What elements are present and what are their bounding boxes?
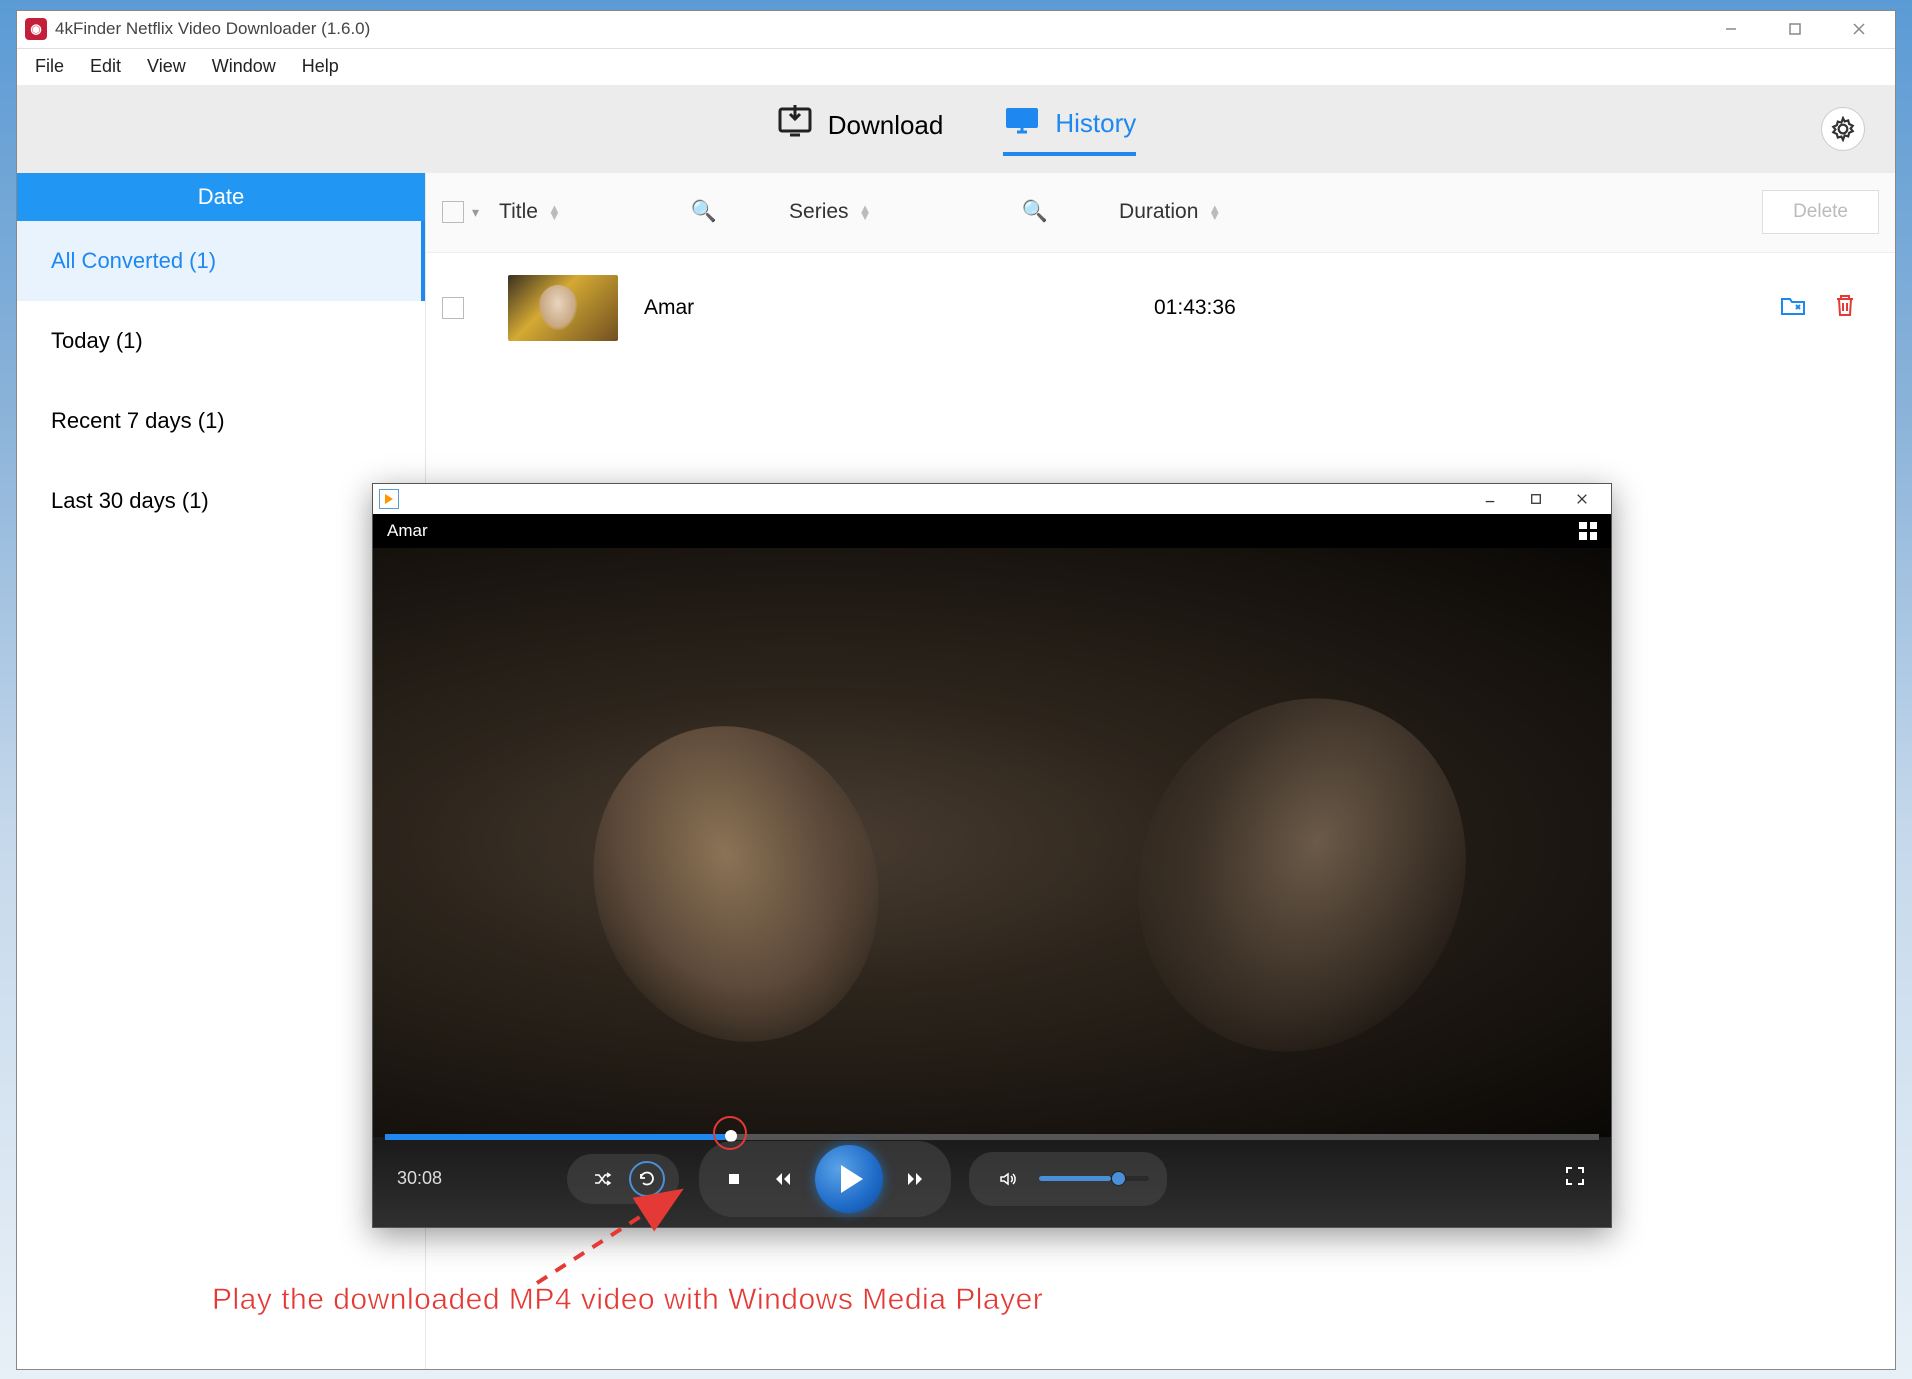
menu-view[interactable]: View (137, 52, 196, 81)
player-video-area[interactable] (373, 548, 1611, 1137)
delete-button[interactable]: Delete (1762, 190, 1879, 234)
row-checkbox[interactable] (442, 297, 464, 319)
table-row: Amar 01:43:36 (426, 253, 1895, 363)
seek-bar[interactable] (385, 1134, 1599, 1140)
sort-icon: ▲▼ (859, 205, 872, 219)
player-maximize-button[interactable] (1513, 485, 1559, 513)
menu-file[interactable]: File (25, 52, 74, 81)
fullscreen-button[interactable] (1563, 1164, 1587, 1193)
tab-download-label: Download (828, 110, 944, 141)
menubar: File Edit View Window Help (17, 49, 1895, 85)
annotation-circle (713, 1116, 747, 1150)
sidebar-item-last-30[interactable]: Last 30 days (1) (17, 461, 425, 541)
settings-button[interactable] (1821, 107, 1865, 151)
select-all-checkbox[interactable] (442, 201, 464, 223)
next-button[interactable] (895, 1158, 937, 1200)
menu-edit[interactable]: Edit (80, 52, 131, 81)
gear-icon (1830, 116, 1856, 142)
sidebar-item-all-converted[interactable]: All Converted (1) (17, 221, 425, 301)
sidebar: Date All Converted (1) Today (1) Recent … (17, 173, 425, 1369)
wmp-icon (379, 489, 399, 509)
play-button[interactable] (815, 1145, 883, 1213)
row-actions (1779, 291, 1859, 325)
timecode: 30:08 (397, 1168, 547, 1189)
player-minimize-button[interactable] (1467, 485, 1513, 513)
tab-history[interactable]: History (1003, 101, 1136, 156)
player-view-mode-button[interactable] (1579, 522, 1597, 540)
search-title-icon[interactable]: 🔍 (691, 200, 717, 224)
tab-history-label: History (1055, 108, 1136, 139)
stop-button[interactable] (713, 1158, 755, 1200)
search-series-icon[interactable]: 🔍 (1021, 200, 1047, 224)
maximize-button[interactable] (1775, 14, 1815, 44)
app-icon: ◉ (25, 18, 47, 40)
video-thumbnail[interactable] (508, 275, 618, 341)
annotation-text: Play the downloaded MP4 video with Windo… (212, 1283, 1043, 1317)
shuffle-button[interactable] (581, 1158, 623, 1200)
sidebar-header: Date (17, 173, 425, 221)
sidebar-item-recent-7[interactable]: Recent 7 days (1) (17, 381, 425, 461)
tab-download[interactable]: Download (776, 103, 944, 154)
sort-icon: ▲▼ (548, 205, 561, 219)
close-button[interactable] (1839, 14, 1879, 44)
player-video-title: Amar (387, 521, 428, 541)
player-close-button[interactable] (1559, 485, 1605, 513)
menu-help[interactable]: Help (292, 52, 349, 81)
history-icon (1003, 101, 1041, 146)
playback-control-group (699, 1141, 951, 1217)
row-title: Amar (644, 296, 1154, 320)
tabbar: Download History (17, 85, 1895, 173)
seek-progress (385, 1134, 725, 1140)
volume-knob[interactable] (1111, 1171, 1126, 1186)
row-duration: 01:43:36 (1154, 296, 1474, 320)
titlebar: ◉ 4kFinder Netflix Video Downloader (1.6… (17, 11, 1895, 49)
col-duration[interactable]: Duration ▲▼ (1119, 200, 1429, 224)
player-header: Amar (373, 514, 1611, 548)
media-player-window: Amar 30:08 (372, 483, 1612, 1228)
app-title: 4kFinder Netflix Video Downloader (1.6.0… (55, 19, 1711, 39)
col-title[interactable]: Title ▲▼ 🔍 (499, 200, 789, 224)
volume-group (969, 1152, 1167, 1206)
repeat-button[interactable] (629, 1161, 665, 1197)
delete-row-button[interactable] (1831, 291, 1859, 325)
volume-fill (1039, 1176, 1111, 1181)
app-window: ◉ 4kFinder Netflix Video Downloader (1.6… (16, 10, 1896, 1370)
minimize-button[interactable] (1711, 14, 1751, 44)
player-titlebar (373, 484, 1611, 514)
left-control-group (567, 1154, 679, 1204)
player-controls: 30:08 (373, 1137, 1611, 1227)
open-folder-button[interactable] (1779, 291, 1807, 325)
table-header: ▾ Title ▲▼ 🔍 Series ▲▼ 🔍 Duration ▲▼ Del… (426, 173, 1895, 253)
sidebar-item-today[interactable]: Today (1) (17, 301, 425, 381)
col-series[interactable]: Series ▲▼ 🔍 (789, 200, 1119, 224)
menu-window[interactable]: Window (202, 52, 286, 81)
window-controls (1711, 14, 1879, 44)
mute-button[interactable] (987, 1158, 1029, 1200)
previous-button[interactable] (761, 1158, 803, 1200)
sort-icon: ▲▼ (1208, 205, 1221, 219)
volume-slider[interactable] (1039, 1176, 1149, 1181)
select-dropdown-icon[interactable]: ▾ (472, 204, 479, 221)
download-icon (776, 103, 814, 148)
